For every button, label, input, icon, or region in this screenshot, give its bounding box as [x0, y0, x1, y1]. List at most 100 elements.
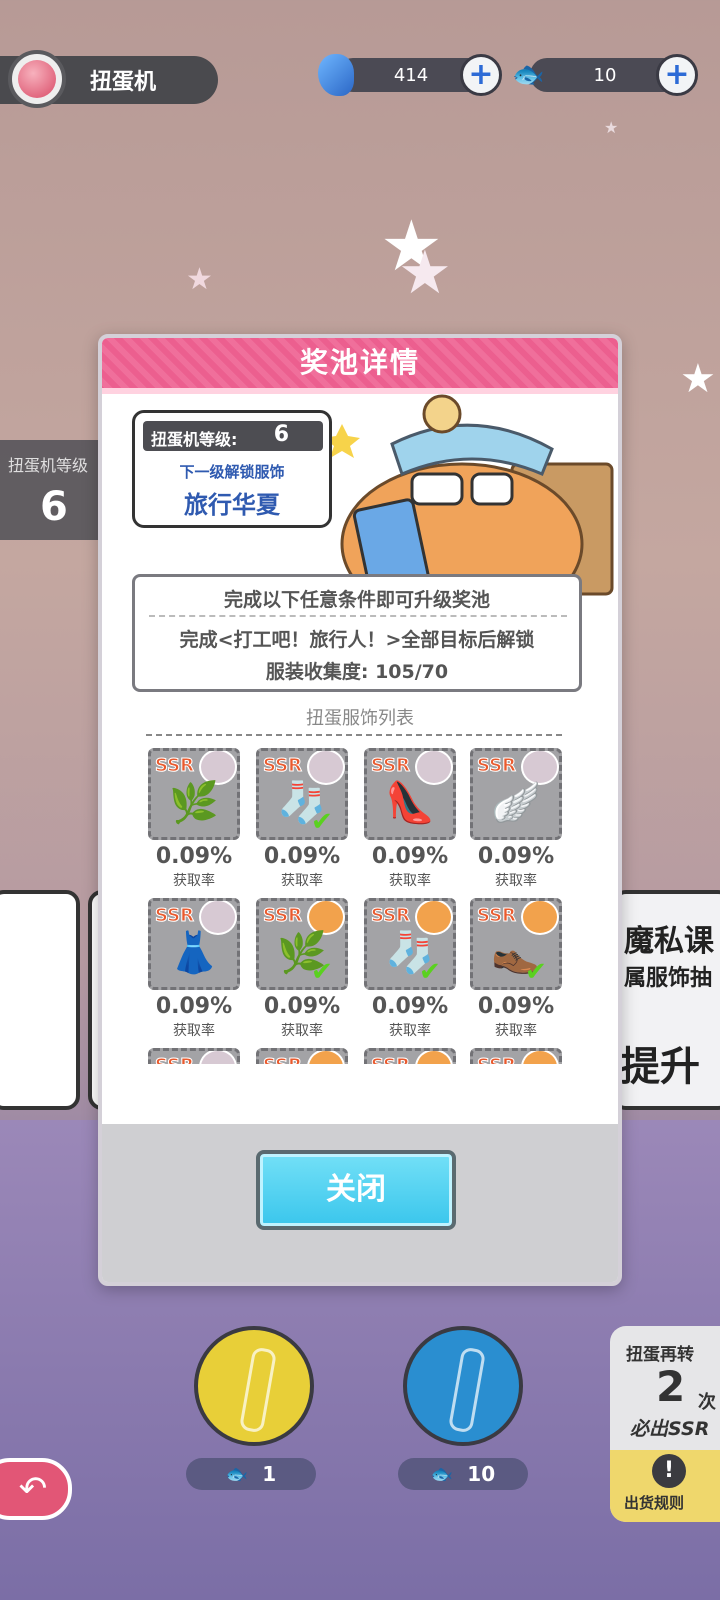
costume-card: SSR 🧦 ✔: [364, 898, 456, 990]
add-ticket-currency-button[interactable]: +: [656, 54, 698, 96]
costume-card: SSR 👠: [364, 748, 456, 840]
single-draw-knob[interactable]: [194, 1326, 314, 1446]
background-level-label: 扭蛋机等级: [8, 456, 89, 475]
rarity-badge: SSR: [477, 905, 517, 927]
guarantee-count: 2: [656, 1362, 686, 1411]
rarity-badge: SSR: [477, 755, 517, 777]
background-level-value: 6: [40, 484, 68, 530]
gacha-machine-icon[interactable]: [8, 50, 66, 108]
rarity-badge: SSR: [155, 755, 195, 777]
costume-card: SSR 👞 ✔: [470, 898, 562, 990]
guarantee-unit: 次: [698, 1392, 716, 1413]
drop-rate-value: 0.09%: [263, 844, 341, 869]
rarity-badge: SSR: [371, 1055, 411, 1065]
costume-item[interactable]: SSR: [468, 1048, 564, 1064]
costume-item[interactable]: SSR 🌿 ✔ 0.09% 获取率: [254, 898, 350, 1048]
owned-check-icon: ✔: [311, 807, 333, 837]
costume-item[interactable]: SSR: [146, 1048, 242, 1064]
dried-fish-ticket-icon: 🐟: [512, 60, 545, 90]
drop-rules-label: 出货规则: [624, 1494, 685, 1512]
costume-card: SSR 🌿 ✔: [256, 898, 348, 990]
background-level-card: 扭蛋机等级 6: [0, 440, 104, 540]
cat-avatar-icon: [521, 1051, 559, 1064]
rarity-badge: SSR: [263, 905, 303, 927]
costume-item[interactable]: SSR 👠 0.09% 获取率: [362, 748, 458, 898]
costume-card: SSR: [470, 1048, 562, 1064]
conditions-title: 完成以下任意条件即可升级奖池: [223, 589, 490, 611]
fish-currency-icon: [318, 54, 354, 96]
drop-rate-value: 0.09%: [477, 994, 555, 1019]
ssr-guarantee-panel: 扭蛋再转 2 次 必出SSR ! 出货规则: [610, 1326, 720, 1522]
costume-card: SSR: [148, 1048, 240, 1064]
costume-card: SSR: [256, 1048, 348, 1064]
background-panel-text-1: 魔私课: [624, 924, 714, 959]
rarity-badge: SSR: [371, 905, 411, 927]
costume-card: SSR 🧦 ✔: [256, 748, 348, 840]
drop-rate-label: 获取率: [281, 873, 323, 889]
item-grid[interactable]: SSR 🌿 0.09% 获取率 SSR 🧦 ✔ 0.09% 获取率 SSR 👠 0.09% 获取率 SSR…: [146, 748, 586, 1064]
back-button[interactable]: ↶: [0, 1458, 72, 1520]
rarity-badge: SSR: [371, 755, 411, 777]
drop-rate-label: 获取率: [389, 1023, 431, 1039]
decor-star-icon: ★: [604, 118, 619, 137]
drop-rate-label: 获取率: [281, 1023, 323, 1039]
next-unlock-label: 下一级解锁服饰: [179, 463, 285, 481]
costume-art-icon: 🪽: [491, 780, 541, 826]
cat-avatar-icon: [415, 1051, 453, 1064]
close-button[interactable]: 关闭: [256, 1150, 456, 1230]
rarity-badge: SSR: [263, 1055, 303, 1065]
multi-draw-cost-value: 10: [467, 1462, 496, 1486]
background-panel-right: 魔私课 属服饰抽 提升: [612, 890, 720, 1110]
rarity-badge: SSR: [263, 755, 303, 777]
multi-draw-cost: 🐟 10: [398, 1458, 528, 1490]
next-unlock-value: 旅行华夏: [184, 491, 280, 519]
costume-item[interactable]: SSR 🪽 0.09% 获取率: [468, 748, 564, 898]
drop-rate-label: 获取率: [495, 1023, 537, 1039]
multi-draw-knob[interactable]: [403, 1326, 523, 1446]
costume-item[interactable]: SSR: [254, 1048, 350, 1064]
costume-item[interactable]: SSR: [362, 1048, 458, 1064]
ticket-icon: 🐟: [430, 1463, 454, 1485]
condition-quest: 完成<打工吧！旅行人！>全部目标后解锁: [179, 629, 535, 651]
costume-item[interactable]: SSR 🧦 ✔ 0.09% 获取率: [362, 898, 458, 1048]
rarity-badge: SSR: [155, 905, 195, 927]
drop-rate-value: 0.09%: [155, 994, 233, 1019]
item-list-title: 扭蛋服饰列表: [306, 708, 414, 729]
decor-star-icon: ★: [398, 238, 452, 308]
owned-check-icon: ✔: [525, 957, 547, 987]
decor-star-icon: ★: [680, 356, 716, 402]
owned-check-icon: ✔: [311, 957, 333, 987]
costume-item[interactable]: SSR 👞 ✔ 0.09% 获取率: [468, 898, 564, 1048]
costume-item[interactable]: SSR 👗 0.09% 获取率: [146, 898, 242, 1048]
exclamation-icon: !: [652, 1454, 686, 1488]
drop-rate-value: 0.09%: [477, 844, 555, 869]
drop-rate-label: 获取率: [389, 873, 431, 889]
prize-pool-modal: 奖池详情 扭蛋机等级: 6 下一级解锁服饰 旅行华夏 完成以下任意条件即可升级奖…: [98, 334, 622, 1286]
ticket-icon: 🐟: [225, 1463, 249, 1485]
rarity-badge: SSR: [155, 1055, 195, 1065]
costume-card: SSR 🌿: [148, 748, 240, 840]
drop-rate-label: 获取率: [495, 873, 537, 889]
drop-rate-label: 获取率: [173, 873, 215, 889]
costume-card: SSR 👗: [148, 898, 240, 990]
add-fish-currency-button[interactable]: +: [460, 54, 502, 96]
machine-level-header: 扭蛋机等级: 6: [143, 421, 323, 451]
costume-card: SSR: [364, 1048, 456, 1064]
costume-card: SSR 🪽: [470, 748, 562, 840]
single-draw-cost-value: 1: [262, 1462, 277, 1486]
divider: [146, 734, 562, 736]
machine-level-card: 扭蛋机等级: 6 下一级解锁服饰 旅行华夏: [132, 410, 332, 528]
rarity-badge: SSR: [477, 1055, 517, 1065]
drop-rate-value: 0.09%: [371, 844, 449, 869]
costume-item[interactable]: SSR 🌿 0.09% 获取率: [146, 748, 242, 898]
guarantee-result: 必出SSR: [630, 1418, 710, 1440]
owned-check-icon: ✔: [419, 957, 441, 987]
background-panel-text-3: 提升: [620, 1044, 700, 1090]
drop-rules-button[interactable]: ! 出货规则: [610, 1450, 720, 1522]
costume-item[interactable]: SSR 🧦 ✔ 0.09% 获取率: [254, 748, 350, 898]
machine-level-label: 扭蛋机等级:: [151, 430, 238, 449]
costume-art-icon: 👠: [385, 780, 435, 826]
cat-avatar-icon: [307, 1051, 345, 1064]
condition-collection: 服装收集度: 105/70: [265, 661, 449, 683]
background-panel-text-2: 属服饰抽: [624, 966, 713, 991]
